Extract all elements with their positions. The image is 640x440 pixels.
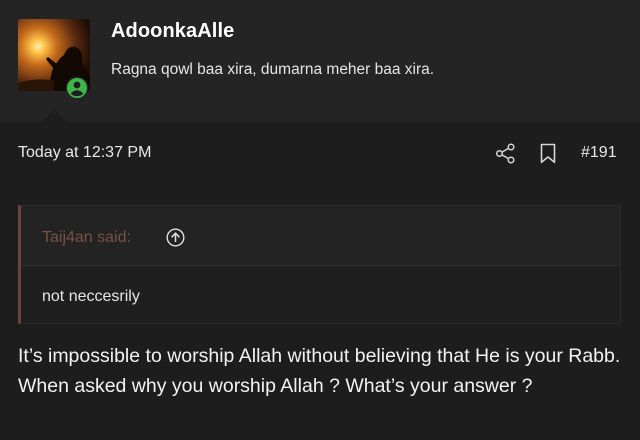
quote-text: not neccesrily: [42, 288, 140, 305]
forum-post: AdoonkaAlle Ragna qowl baa xira, dumarna…: [0, 0, 640, 440]
arrow-up-circle-icon[interactable]: [166, 228, 185, 247]
user-header: AdoonkaAlle Ragna qowl baa xira, dumarna…: [0, 0, 640, 123]
post-body: It’s impossible to worship Allah without…: [18, 345, 621, 397]
bookmark-icon[interactable]: [539, 143, 557, 164]
post-timestamp[interactable]: Today at 12:37 PM: [18, 144, 151, 162]
quote-header: Taij4an said:: [21, 206, 620, 266]
username[interactable]: AdoonkaAlle: [111, 20, 234, 43]
post-number-link[interactable]: #191: [581, 144, 617, 162]
share-icon[interactable]: [495, 143, 516, 164]
post-meta: Today at 12:37 PM #191: [0, 122, 640, 184]
quote-block: Taij4an said: not neccesrily: [18, 205, 621, 324]
online-status-icon: [65, 76, 89, 100]
user-title: Ragna qowl baa xira, dumarna meher baa x…: [111, 61, 435, 78]
header-pointer: [41, 109, 67, 123]
quote-author[interactable]: Taij4an said:: [42, 229, 131, 247]
